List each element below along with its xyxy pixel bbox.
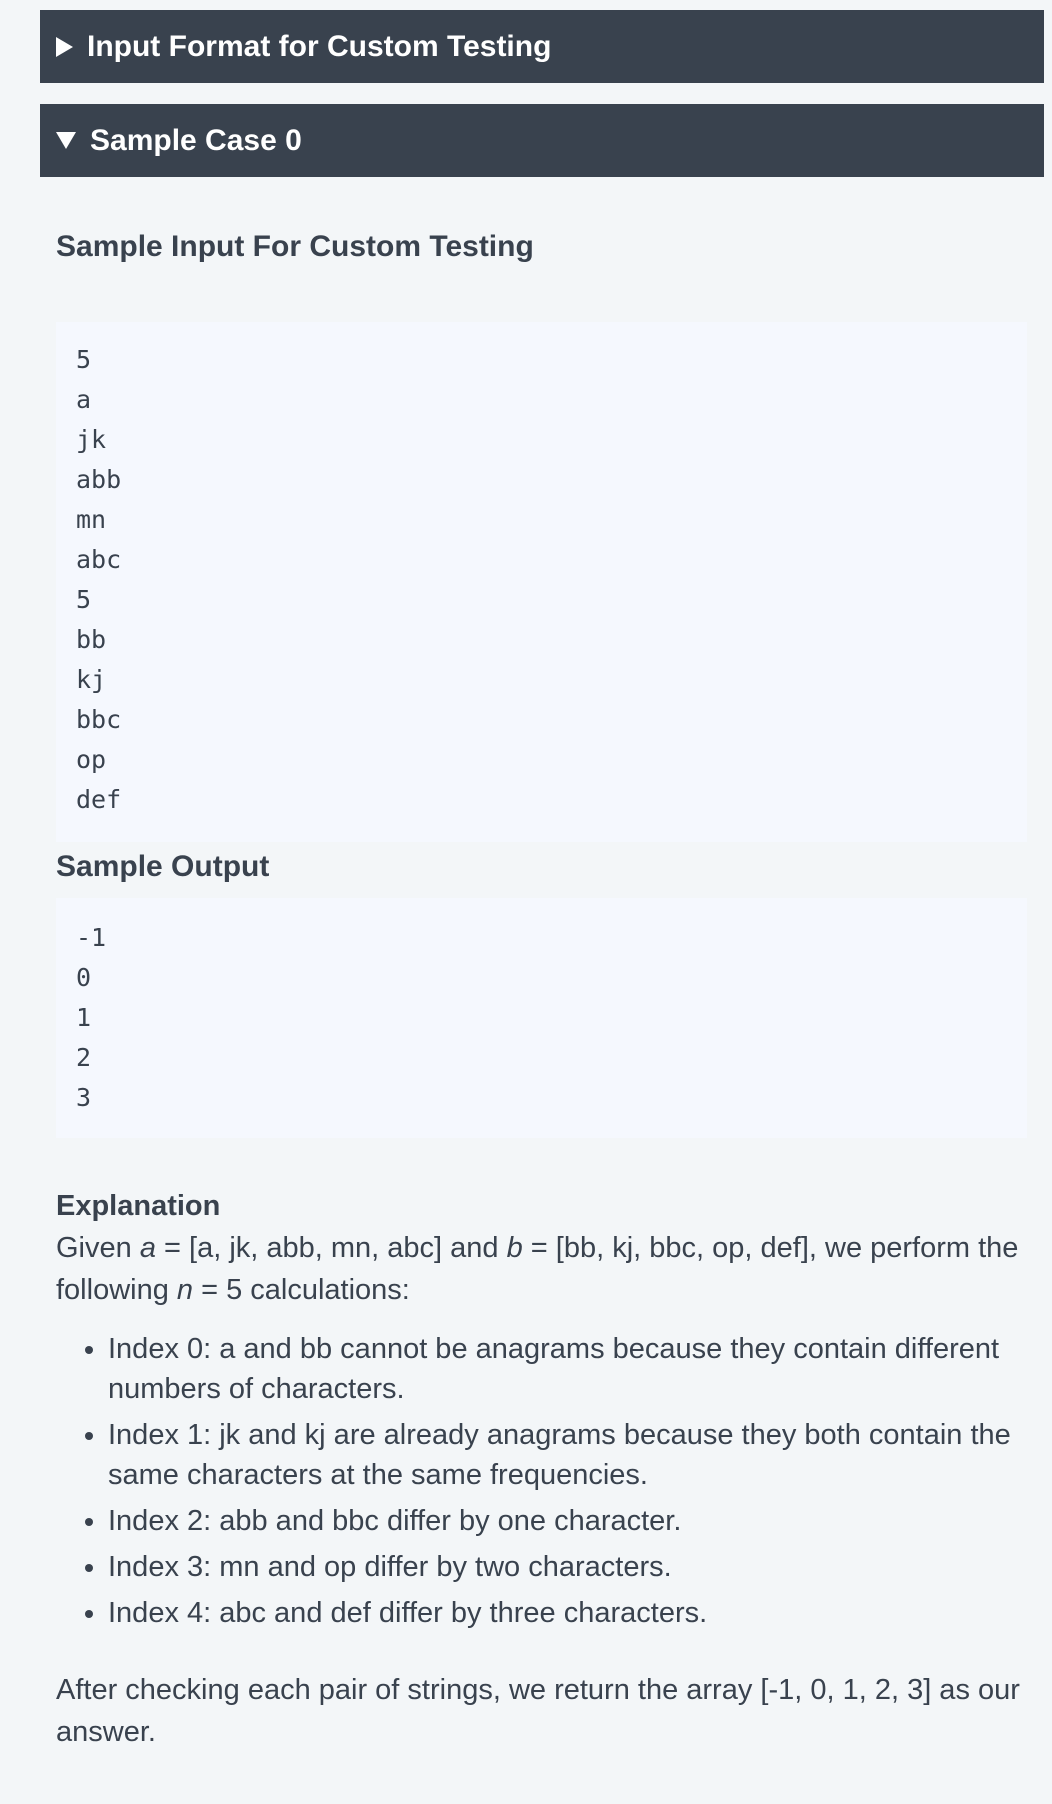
sample-case-label: Sample Case 0	[90, 123, 302, 157]
intro-text: = 5 calculations:	[193, 1274, 410, 1306]
input-format-label: Input Format for Custom Testing	[87, 29, 552, 63]
code-line: 1	[76, 1003, 92, 1032]
code-line: -1	[76, 923, 107, 952]
list-item: Index 3: mn and op differ by two charact…	[108, 1547, 1031, 1587]
input-format-toggle[interactable]: Input Format for Custom Testing	[40, 10, 1044, 83]
list-item: Index 0: a and bb cannot be anagrams bec…	[108, 1329, 1031, 1409]
expanded-triangle-icon	[56, 132, 76, 149]
explanation-section: Explanation Given a = [a, jk, abb, mn, a…	[56, 1185, 1031, 1753]
code-line: bb	[76, 625, 107, 654]
var-n: n	[176, 1274, 194, 1306]
explanation-list: Index 0: a and bb cannot be anagrams bec…	[56, 1329, 1031, 1633]
code-line: 5	[76, 585, 92, 614]
list-item: Index 1: jk and kj are already anagrams …	[108, 1415, 1031, 1495]
code-line: kj	[76, 665, 107, 694]
list-item: Index 2: abb and bbc differ by one chara…	[108, 1501, 1031, 1541]
var-a: a	[139, 1232, 156, 1264]
code-line: 0	[76, 963, 92, 992]
code-line: a	[76, 385, 92, 414]
var-b: b	[506, 1232, 523, 1264]
problem-page: Input Format for Custom Testing Sample C…	[0, 0, 1052, 1804]
code-line: def	[76, 785, 122, 814]
intro-text: = [a, jk, abb, mn, abc] and	[155, 1232, 507, 1264]
explanation-intro: Given a = [a, jk, abb, mn, abc] and b = …	[56, 1227, 1031, 1311]
explanation-title: Explanation	[56, 1190, 221, 1222]
code-line: abc	[76, 545, 122, 574]
sample-input-heading: Sample Input For Custom Testing	[56, 230, 534, 263]
explanation-closing: After checking each pair of strings, we …	[56, 1674, 1020, 1748]
sample-input-code: 5 a jk abb mn abc 5 bb kj bbc op def	[56, 322, 1027, 842]
code-line: mn	[76, 505, 107, 534]
code-line: 3	[76, 1083, 92, 1112]
sample-case-toggle[interactable]: Sample Case 0	[40, 104, 1044, 177]
code-line: 2	[76, 1043, 92, 1072]
sample-output-heading: Sample Output	[56, 850, 270, 883]
sample-output-code: -1 0 1 2 3	[56, 898, 1027, 1138]
code-line: abb	[76, 465, 122, 494]
code-line: jk	[76, 425, 107, 454]
list-item: Index 4: abc and def differ by three cha…	[108, 1593, 1031, 1633]
code-line: 5	[76, 345, 92, 374]
code-line: bbc	[76, 705, 122, 734]
code-line: op	[76, 745, 107, 774]
intro-text: Given	[56, 1232, 140, 1264]
collapsed-triangle-icon	[56, 36, 73, 57]
